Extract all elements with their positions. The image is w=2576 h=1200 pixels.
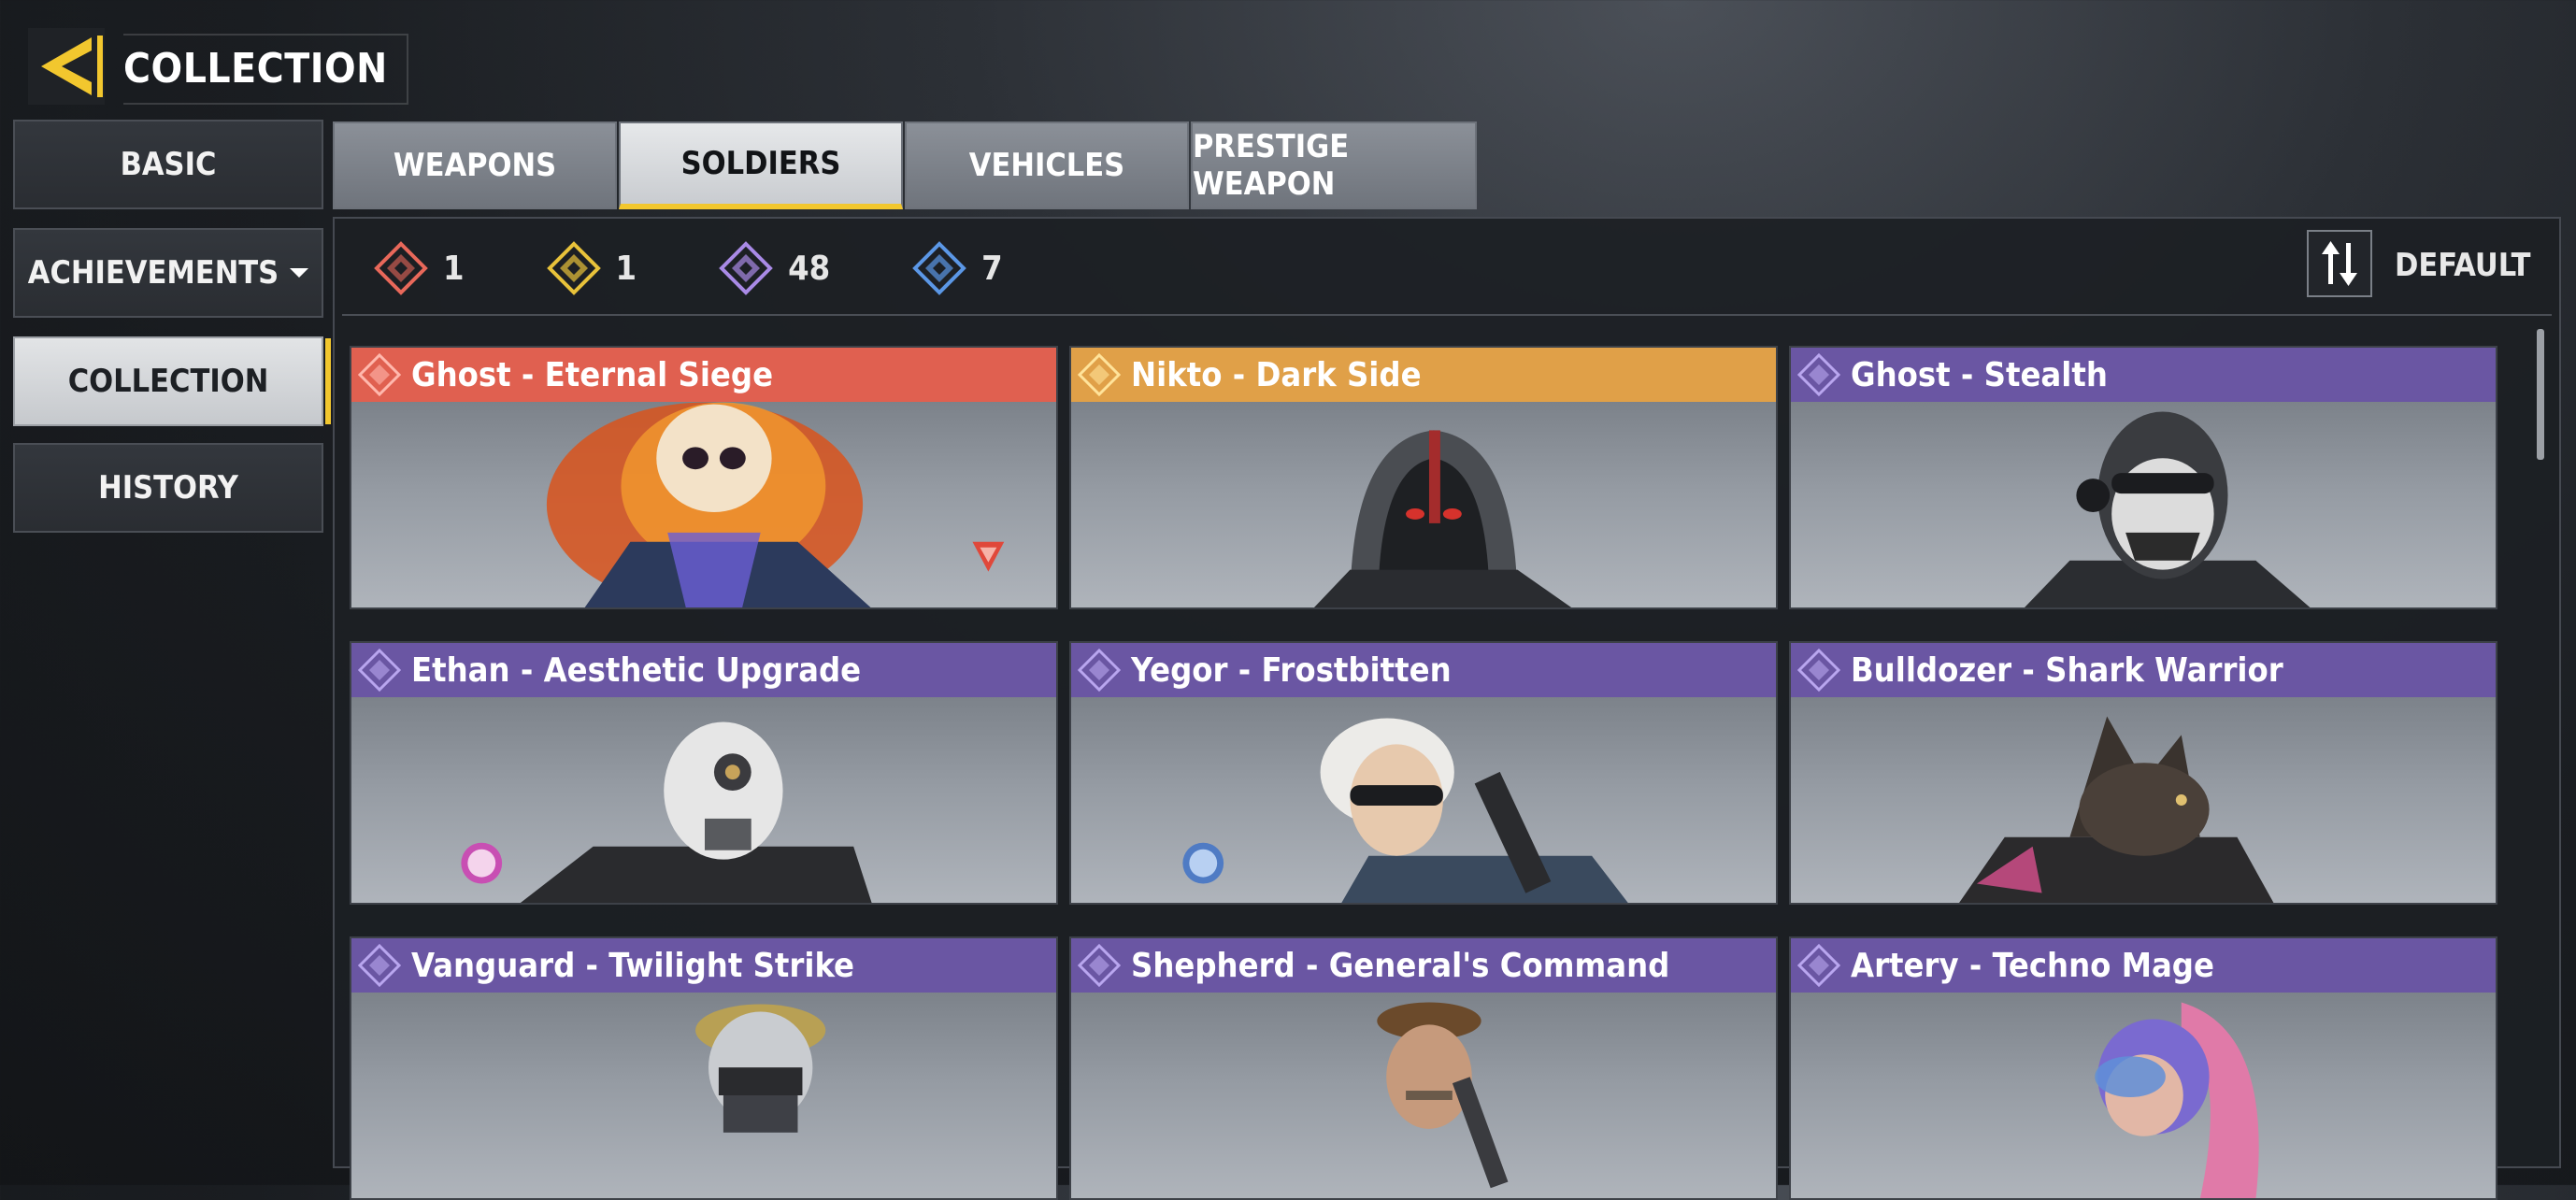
card-header: Bulldozer - Shark Warrior [1791, 643, 2496, 697]
page-title: COLLECTION [123, 34, 408, 105]
epic-diamond-icon [1077, 943, 1122, 988]
mythic-diamond-icon [374, 241, 428, 295]
card-header: Ethan - Aesthetic Upgrade [351, 643, 1056, 697]
epic-diamond-icon [1077, 648, 1122, 693]
sort-button[interactable] [2307, 230, 2372, 297]
season-badge-icon [461, 842, 503, 884]
card-title: Ghost - Eternal Siege [411, 355, 774, 394]
epic-diamond-icon [357, 943, 402, 988]
soldier-card-ethan-aesthetic-upgrade[interactable]: Ethan - Aesthetic Upgrade [350, 641, 1058, 905]
card-title: Bulldozer - Shark Warrior [1851, 650, 2283, 690]
soldier-card-nikto-dark-side[interactable]: Nikto - Dark Side [1069, 346, 1778, 609]
sort-label: DEFAULT [2395, 247, 2531, 284]
card-header: Yegor - Frostbitten [1071, 643, 1776, 697]
card-title: Shepherd - General's Command [1131, 946, 1670, 985]
soldier-card-vanguard-twilight-strike[interactable]: Vanguard - Twilight Strike [350, 936, 1058, 1200]
card-header: Ghost - Eternal Siege [351, 348, 1056, 402]
legendary-diamond-icon [1077, 352, 1122, 397]
back-arrow-icon [28, 28, 105, 105]
soldier-portrait-image [1313, 430, 1572, 607]
sidebar-item-history[interactable]: HISTORY [13, 443, 323, 533]
divider [342, 314, 2552, 316]
card-title: Nikto - Dark Side [1131, 355, 1422, 394]
rare-diamond-icon [912, 241, 967, 295]
soldier-portrait-image [2095, 1002, 2259, 1198]
soldier-card-ghost-stealth[interactable]: Ghost - Stealth [1789, 346, 2497, 609]
card-header: Artery - Techno Mage [1791, 938, 2496, 993]
rarity-count-rare: 7 [912, 241, 1003, 295]
dropdown-caret-icon [290, 268, 309, 278]
soldier-portrait-image [2025, 411, 2311, 607]
rarity-count: 1 [443, 249, 465, 288]
soldier-card-bulldozer-shark-warrior[interactable]: Bulldozer - Shark Warrior [1789, 641, 2497, 905]
card-header: Shepherd - General's Command [1071, 938, 1776, 993]
sidebar-item-achievements[interactable]: ACHIEVEMENTS [13, 228, 323, 318]
sidebar-item-basic[interactable]: BASIC [13, 120, 323, 209]
epic-diamond-icon [357, 648, 402, 693]
soldier-card-artery-techno-mage[interactable]: Artery - Techno Mage [1789, 936, 2497, 1200]
tab-weapons[interactable]: WEAPONS [333, 121, 617, 209]
tab-label: WEAPONS [393, 147, 557, 184]
epic-diamond-icon [719, 241, 773, 295]
tab-label: VEHICLES [968, 147, 1125, 184]
card-title: Ethan - Aesthetic Upgrade [411, 650, 862, 690]
epic-diamond-icon [1796, 943, 1841, 988]
tab-soldiers[interactable]: SOLDIERS [619, 121, 903, 209]
mythic-emblem-icon [972, 541, 1005, 572]
soldier-card-ghost-eternal-siege[interactable]: Ghost - Eternal Siege [350, 346, 1058, 609]
card-title: Vanguard - Twilight Strike [411, 946, 855, 985]
soldier-portrait-image [461, 721, 872, 903]
legendary-diamond-icon [546, 241, 601, 295]
card-title: Yegor - Frostbitten [1131, 650, 1452, 690]
scrollbar[interactable] [2537, 329, 2544, 460]
rarity-count-mythic: 1 [374, 241, 465, 295]
soldier-portrait-image [1182, 718, 1628, 903]
soldier-portrait-image [546, 402, 1005, 607]
soldier-card-shepherd-generals-command[interactable]: Shepherd - General's Command [1069, 936, 1778, 1200]
tab-vehicles[interactable]: VEHICLES [905, 121, 1189, 209]
back-button[interactable] [28, 28, 105, 105]
tab-label: PRESTIGE WEAPON [1193, 128, 1350, 203]
sidebar-item-label: ACHIEVEMENTS [27, 254, 279, 292]
sidebar-item-label: HISTORY [98, 469, 238, 507]
active-indicator [325, 338, 331, 424]
soldier-portrait-image [1377, 1002, 1509, 1189]
card-header: Ghost - Stealth [1791, 348, 2496, 402]
card-header: Vanguard - Twilight Strike [351, 938, 1056, 993]
sidebar-item-collection[interactable]: COLLECTION [13, 336, 331, 426]
tab-label: SOLDIERS [680, 145, 841, 182]
card-title: Artery - Techno Mage [1851, 946, 2214, 985]
card-header: Nikto - Dark Side [1071, 348, 1776, 402]
season-badge-icon [1182, 842, 1224, 884]
mythic-diamond-icon [357, 352, 402, 397]
sidebar-item-label: COLLECTION [67, 363, 269, 400]
tab-prestige-weapon[interactable]: PRESTIGE WEAPON [1191, 121, 1477, 209]
card-title: Ghost - Stealth [1851, 355, 2108, 394]
rarity-count-legendary: 1 [546, 241, 637, 295]
rarity-count: 1 [615, 249, 637, 288]
rarity-count: 48 [788, 249, 831, 288]
soldier-card-yegor-frostbitten[interactable]: Yegor - Frostbitten [1069, 641, 1778, 905]
sidebar-item-label: BASIC [120, 146, 217, 183]
epic-diamond-icon [1796, 352, 1841, 397]
rarity-count: 7 [981, 249, 1003, 288]
epic-diamond-icon [1796, 648, 1841, 693]
rarity-count-epic: 48 [719, 241, 830, 295]
rarity-summary: 1 1 48 7 [374, 236, 1085, 301]
soldier-portrait-image [1959, 716, 2274, 903]
soldier-portrait-image [695, 1004, 826, 1133]
sort-arrows-icon [2322, 241, 2357, 286]
